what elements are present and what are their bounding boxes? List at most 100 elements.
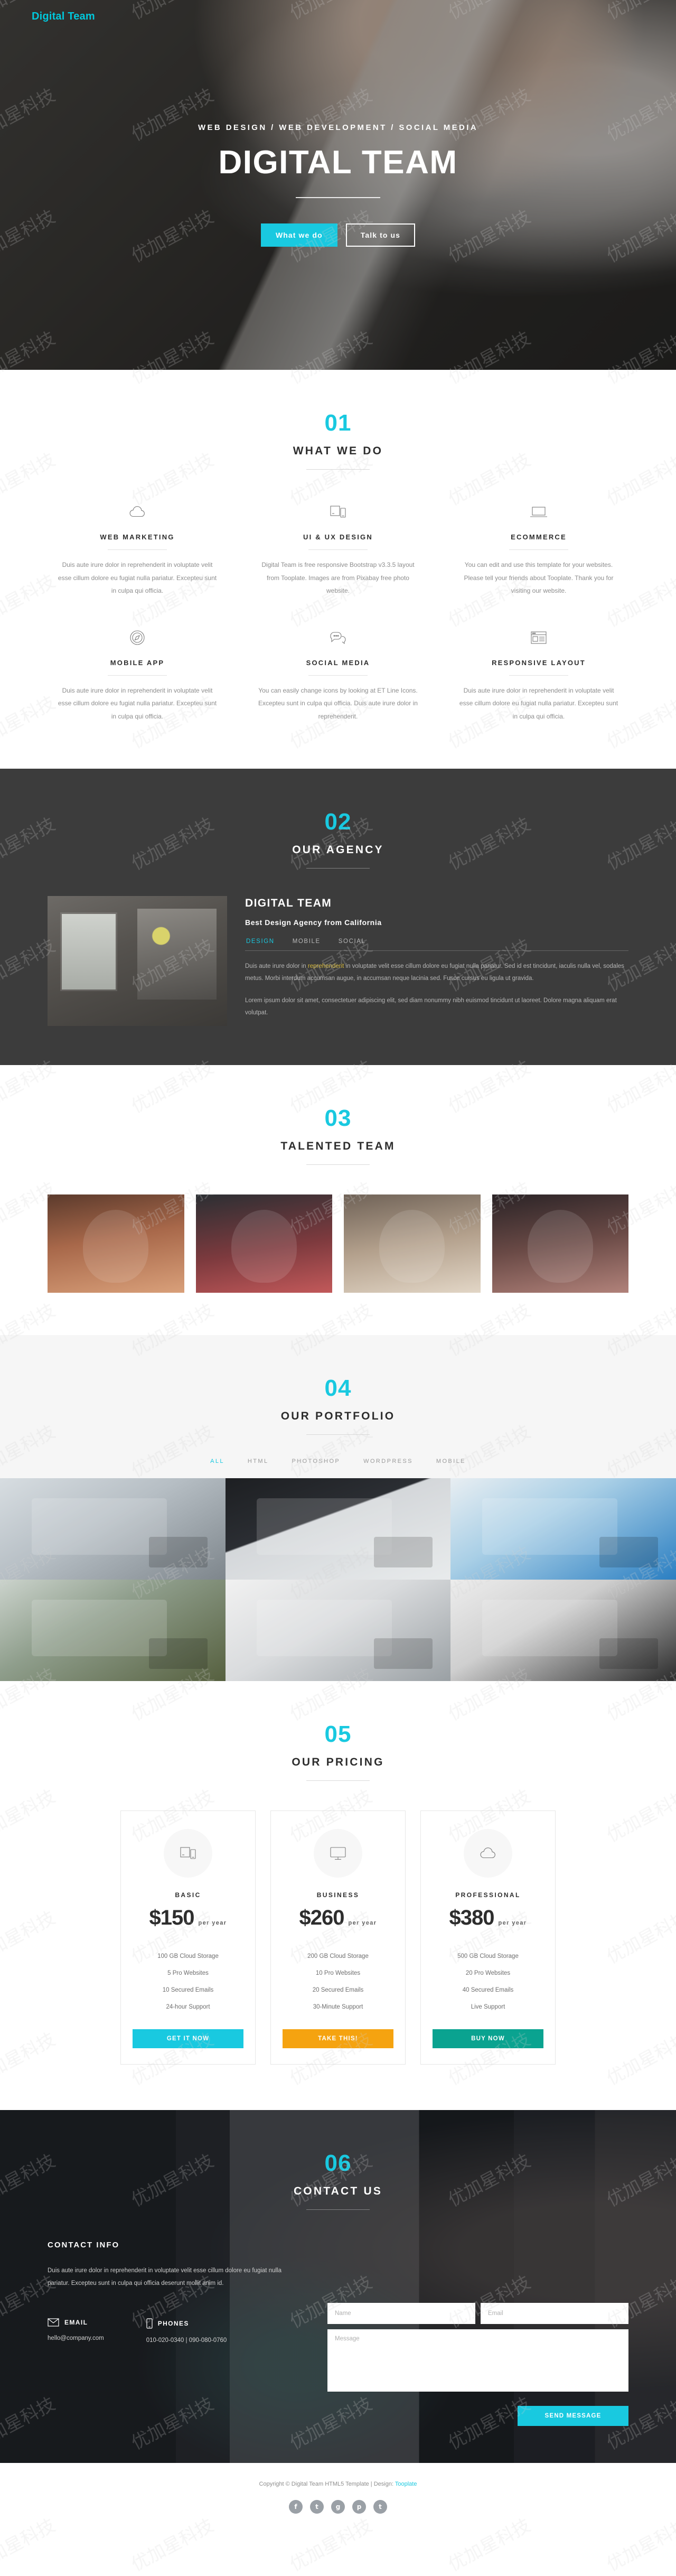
plan-name: BUSINESS [316, 1891, 360, 1899]
service-divider [509, 675, 568, 676]
portfolio-heading: 04 OUR PORTFOLIO [0, 1335, 676, 1435]
contact-phones-value[interactable]: 010-020-0340 | 090-080-0760 [146, 2337, 227, 2344]
team-member-photo-1[interactable] [48, 1194, 184, 1293]
browser-layout-icon [456, 626, 621, 649]
portfolio-photo-6[interactable] [450, 1579, 676, 1681]
plan-cta-button[interactable]: BUY NOW [433, 2029, 543, 2048]
social-links: ftgpt [0, 2499, 676, 2514]
contact-email-label: EMAIL [64, 2318, 88, 2326]
service-name: WEB MARKETING [100, 533, 175, 541]
service-card: ECOMMERCE You can edit and use this templ… [449, 500, 628, 598]
team-member-photo-2[interactable] [195, 1194, 332, 1293]
agency-paragraph-1-a: Duis aute irure dolor in [245, 963, 308, 969]
talk-to-us-button[interactable]: Talk to us [345, 223, 416, 247]
plan-feature-list: 100 GB Cloud Storage 5 Pro Websites 10 Sec… [133, 1948, 243, 2015]
plan-feature: 20 Secured Emails [312, 1986, 364, 1993]
portfolio-filter-mobile[interactable]: MOBILE [436, 1458, 466, 1464]
service-card: RESPONSIVE LAYOUT Duis aute irure dolor i… [449, 626, 628, 723]
tumblr-icon[interactable]: t [373, 2499, 387, 2514]
plan-feature-list: 500 GB Cloud Storage 20 Pro Websites 40 Se… [433, 1948, 543, 2015]
hero-divider [296, 197, 380, 198]
service-name: SOCIAL MEDIA [306, 658, 370, 667]
service-name: ECOMMERCE [511, 533, 567, 541]
agency-tabs: DESIGN MOBILE SOCIAL [245, 938, 628, 951]
services-divider [306, 469, 370, 470]
services-grid: WEB MARKETING Duis aute irure dolor in re… [48, 500, 628, 723]
pricing-divider [306, 1780, 370, 1781]
pricing-heading: 05 OUR PRICING [0, 1681, 676, 1781]
plan-period: per year [198, 1919, 227, 1926]
contact-section: 06 CONTACT US CONTACT INFO Duis aute iru… [0, 2110, 676, 2463]
agency-number: 02 [324, 808, 352, 835]
portfolio-photo-3[interactable] [450, 1478, 676, 1580]
agency-tab-design[interactable]: DESIGN [246, 938, 275, 951]
portfolio-photo-5[interactable] [225, 1579, 451, 1681]
team-section: 03 TALENTED TEAM [0, 1065, 676, 1335]
portfolio-photo-2[interactable] [225, 1478, 451, 1580]
plan-cta-button[interactable]: TAKE THIS! [283, 2029, 393, 2048]
team-member-photo-4[interactable] [492, 1194, 628, 1293]
agency-tab-social[interactable]: SOCIAL [339, 938, 366, 951]
what-we-do-button[interactable]: What we do [260, 223, 337, 247]
agency-paragraph-2: Lorem ipsum dolor sit amet, consectetuer… [245, 997, 617, 1016]
plan-price-row: $150 per year [133, 1906, 243, 1930]
plan-feature: 30-Minute Support [313, 2003, 363, 2010]
contact-message-textarea[interactable] [327, 2329, 628, 2392]
service-card: SOCIAL MEDIA You can easily change icons … [248, 626, 428, 723]
google-plus-icon[interactable]: g [331, 2499, 345, 2514]
team-divider [306, 1164, 370, 1165]
site-logo[interactable]: Digital Team [32, 11, 95, 23]
pinterest-icon[interactable]: p [352, 2499, 366, 2514]
services-title: WHAT WE DO [293, 445, 383, 457]
portfolio-divider [306, 1434, 370, 1435]
service-card: UI & UX DESIGN Digital Team is free respo… [248, 500, 428, 598]
service-description: You can edit and use this template for y… [464, 561, 614, 595]
mobile-phone-icon [146, 2318, 153, 2329]
facebook-icon[interactable]: f [289, 2499, 303, 2514]
team-member-photo-3[interactable] [344, 1194, 481, 1293]
portfolio-filter-wordpress[interactable]: WORDPRESS [363, 1458, 413, 1464]
agency-tab-mobile[interactable]: MOBILE [293, 938, 321, 951]
laptop-icon [456, 500, 621, 524]
portfolio-filter-html[interactable]: HTML [248, 1458, 269, 1464]
service-name: RESPONSIVE LAYOUT [492, 658, 586, 667]
chat-bubbles-icon [256, 626, 420, 649]
agency-title: OUR AGENCY [292, 843, 384, 856]
twitter-icon[interactable]: t [310, 2499, 324, 2514]
agency-tagline: Best Design Agency from California [245, 918, 382, 927]
contact-phones-block: PHONES 010-020-0340 | 090-080-0760 [146, 2318, 227, 2344]
portfolio-number: 04 [324, 1375, 352, 1401]
agency-paragraph-1-highlight: reprehenderit [307, 963, 344, 969]
hero-buttons: What we do Talk to us [260, 223, 416, 247]
pricing-grid: BASIC $150 per year 100 GB Cloud Storage 5 P… [48, 1810, 628, 2065]
team-grid [48, 1194, 628, 1293]
service-description: Duis aute irure dolor in reprehenderit i… [459, 686, 618, 720]
contact-name-input[interactable] [327, 2302, 475, 2324]
plan-cta-button[interactable]: GET IT NOW [133, 2029, 243, 2048]
portfolio-section: 04 OUR PORTFOLIO ALL HTML PHOTOSHOP WORDPRE… [0, 1334, 676, 1681]
plan-amount: $380 [449, 1906, 495, 1929]
service-name: MOBILE APP [110, 658, 165, 667]
portfolio-filter-all[interactable]: ALL [210, 1458, 224, 1464]
contact-email-value[interactable]: hello@company.com [48, 2335, 104, 2341]
portfolio-filter-photoshop[interactable]: PHOTOSHOP [292, 1458, 340, 1464]
portfolio-photo-4[interactable] [0, 1579, 226, 1681]
contact-form: SEND MESSAGE [327, 2241, 628, 2426]
services-heading: 01 WHAT WE DO [0, 370, 676, 470]
send-message-button[interactable]: SEND MESSAGE [518, 2405, 628, 2426]
plan-name: BASIC [175, 1891, 201, 1899]
agency-divider [306, 867, 370, 869]
plan-period: per year [498, 1919, 527, 1926]
contact-email-input[interactable] [481, 2302, 628, 2324]
portfolio-filter-bar: ALL HTML PHOTOSHOP WORDPRESS MOBILE [0, 1458, 676, 1478]
team-number: 03 [324, 1105, 352, 1131]
plan-feature: Live Support [471, 2003, 505, 2010]
contact-divider [306, 2209, 370, 2210]
plan-feature: 5 Pro Websites [167, 1970, 209, 1976]
plan-price-row: $260 per year [283, 1906, 393, 1930]
agency-company-name: DIGITAL TEAM [245, 897, 332, 909]
compass-icon [55, 626, 220, 649]
portfolio-photo-1[interactable] [0, 1478, 226, 1580]
agency-paragraph-1: Duis aute irure dolor in reprehenderit i… [245, 960, 628, 985]
contact-phones-label: PHONES [157, 2319, 189, 2327]
